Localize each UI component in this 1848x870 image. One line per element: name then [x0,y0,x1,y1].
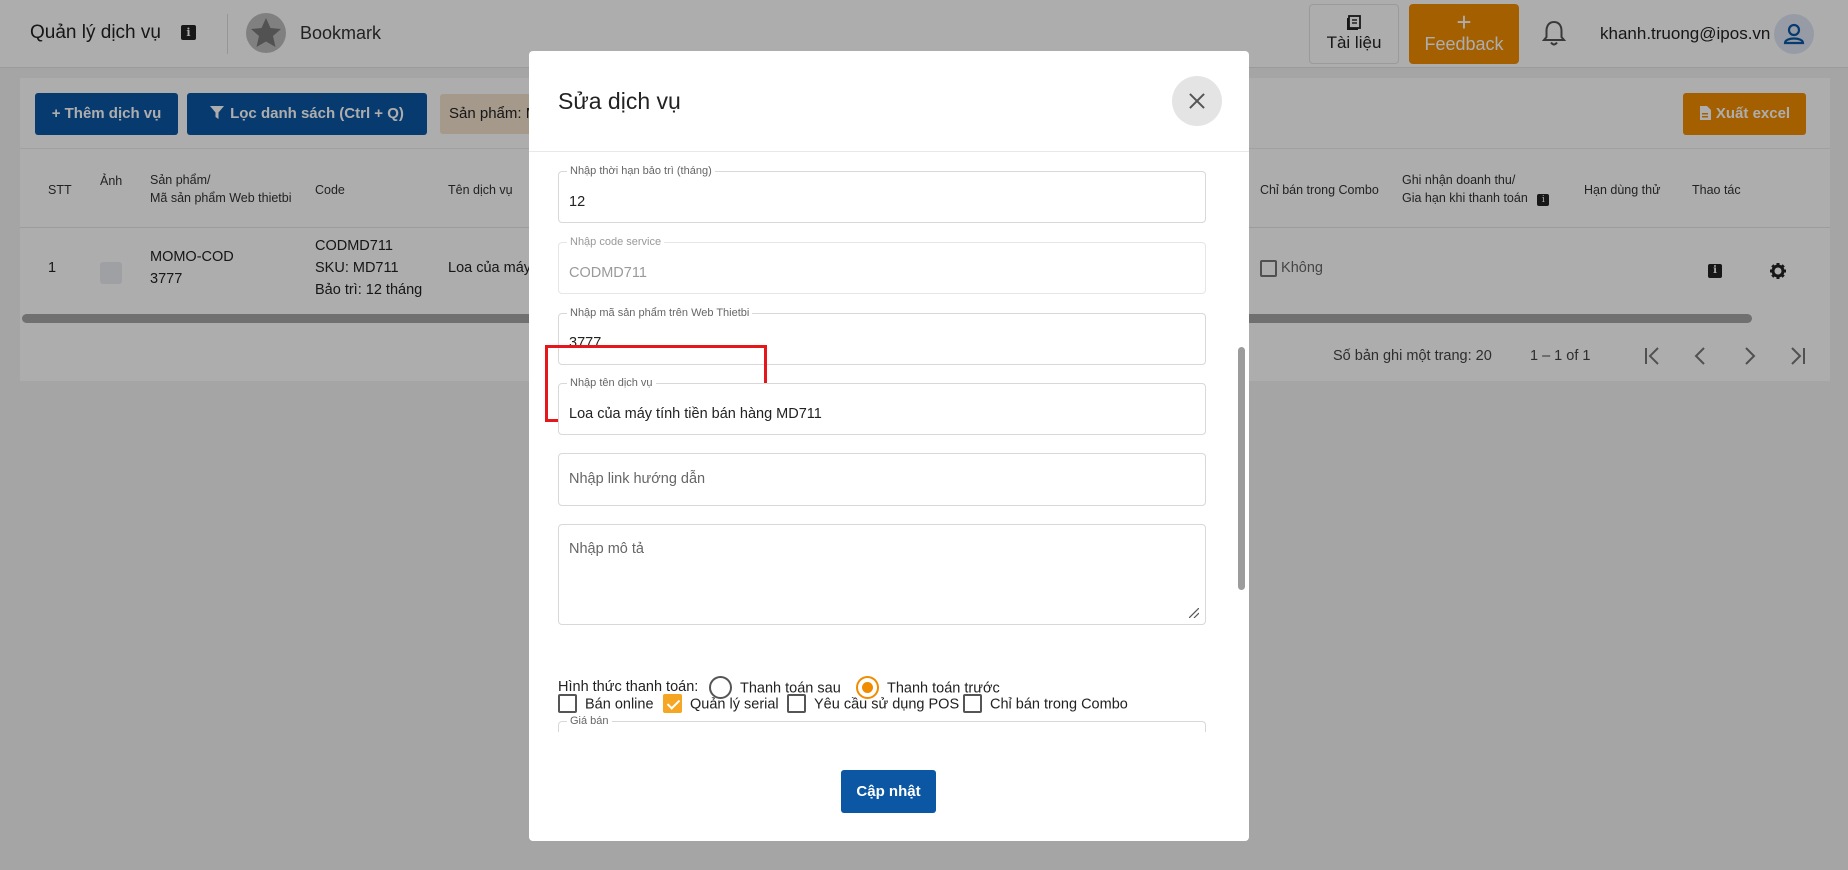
dialog-scrollbar[interactable] [1238,347,1245,590]
update-button[interactable]: Cập nhật [841,770,936,813]
option-combo-label: Chỉ bán trong Combo [990,696,1128,713]
option-online-label: Bán online [585,696,654,713]
service-name-input[interactable]: Nhập tên dịch vụ Loa của máy tính tiền b… [558,377,1206,435]
guide-link-input[interactable]: Nhập link hướng dẫn [558,453,1206,506]
option-online[interactable]: Bán online [558,694,654,714]
payment-before-label: Thanh toán trước [887,680,1000,697]
online-checkbox[interactable] [558,694,577,713]
maintenance-months-input[interactable]: Nhập thời hạn bảo trì (tháng) 12 [558,165,1206,223]
resize-handle-icon[interactable] [1189,608,1199,618]
service-name-value: Loa của máy tính tiền bán hàng MD711 [569,406,822,422]
payment-after-option[interactable]: Thanh toán sau [709,676,841,700]
maintenance-months-label: Nhập thời hạn bảo trì (tháng) [567,165,715,177]
scroll-mask [529,732,1229,752]
payment-after-label: Thanh toán sau [740,680,841,697]
dialog-title: Sửa dịch vụ [558,88,681,114]
guide-link-placeholder: Nhập link hướng dẫn [569,471,706,487]
service-code-value: CODMD711 [569,265,647,281]
service-name-label: Nhập tên dịch vụ [567,377,656,389]
payment-method-label: Hình thức thanh toán: [558,679,699,695]
close-icon[interactable] [1172,76,1222,126]
edit-service-dialog: Sửa dịch vụ Nhập thời hạn bảo trì (tháng… [529,51,1249,841]
serial-checkbox[interactable] [663,694,682,713]
price-label: Giá bán [567,715,612,727]
web-product-code-label: Nhập mã sản phẩm trên Web Thietbi [567,307,753,319]
description-placeholder: Nhập mô tả [569,541,644,557]
payment-before-option[interactable]: Thanh toán trước [856,676,1000,700]
dialog-body[interactable]: Nhập thời hạn bảo trì (tháng) 12 Nhập co… [529,152,1249,732]
service-code-label: Nhập code service [567,236,665,248]
payment-after-radio[interactable] [709,676,732,699]
service-code-input: Nhập code service CODMD711 [558,236,1206,294]
description-textarea[interactable]: Nhập mô tả [558,524,1206,625]
payment-before-radio[interactable] [856,676,879,699]
maintenance-months-value: 12 [569,194,586,210]
